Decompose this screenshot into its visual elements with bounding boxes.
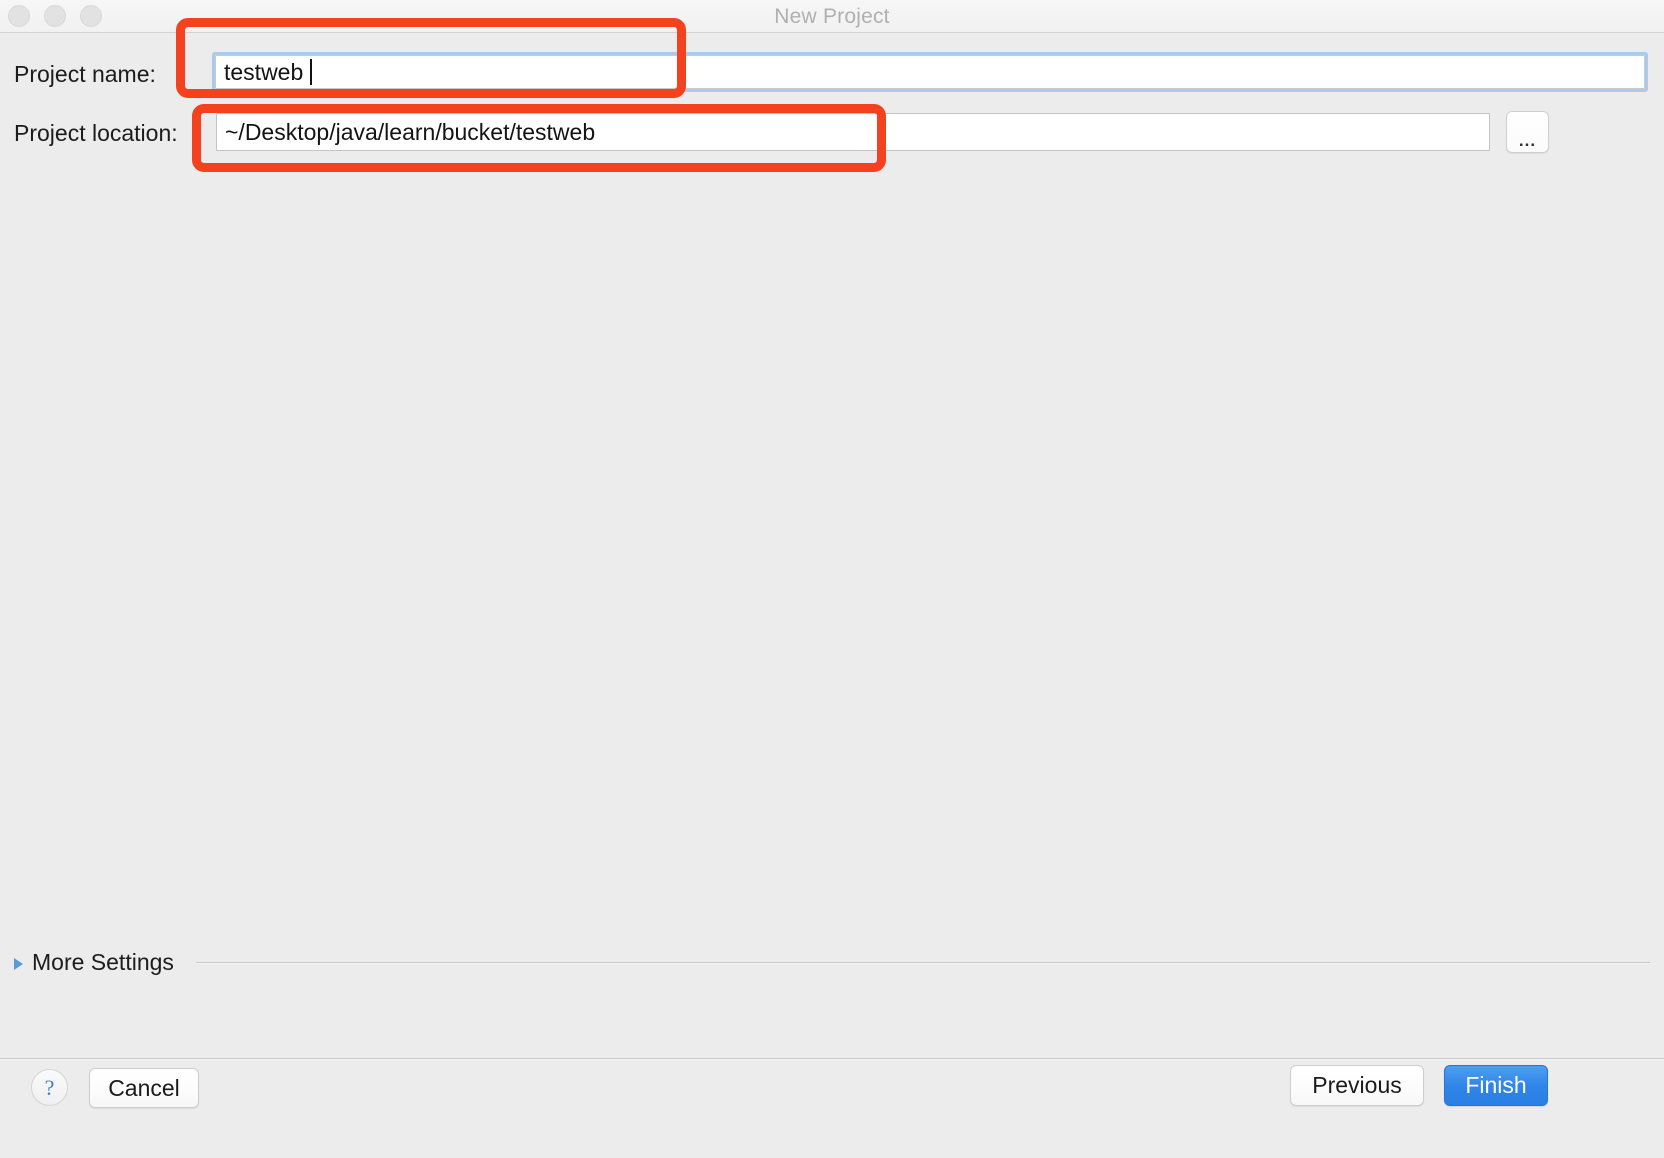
titlebar: New Project: [0, 0, 1664, 33]
more-settings-label: More Settings: [32, 949, 174, 975]
more-settings-row[interactable]: More Settings: [0, 946, 1664, 982]
new-project-dialog: New Project Project name: Project locati…: [0, 0, 1664, 1158]
footer-separator: [0, 1058, 1664, 1060]
window-title: New Project: [774, 5, 890, 28]
previous-button[interactable]: Previous: [1290, 1065, 1424, 1106]
chevron-right-icon[interactable]: [14, 958, 23, 970]
finish-button[interactable]: Finish: [1444, 1065, 1548, 1106]
cancel-button[interactable]: Cancel: [89, 1068, 199, 1108]
browse-folder-button[interactable]: ...: [1506, 111, 1549, 153]
project-name-input[interactable]: [215, 55, 1645, 89]
project-name-input-focus-ring: [212, 52, 1648, 92]
text-caret: [310, 59, 312, 85]
help-button[interactable]: ?: [31, 1069, 68, 1106]
ellipsis-icon: ...: [1518, 131, 1537, 150]
dialog-body: Project name: Project location: ... More…: [0, 33, 1664, 1158]
project-name-label: Project name:: [14, 61, 156, 87]
separator: [196, 962, 1650, 964]
project-location-input[interactable]: [216, 113, 1490, 151]
project-location-label: Project location:: [14, 120, 178, 146]
question-mark-icon: ?: [44, 1075, 55, 1100]
